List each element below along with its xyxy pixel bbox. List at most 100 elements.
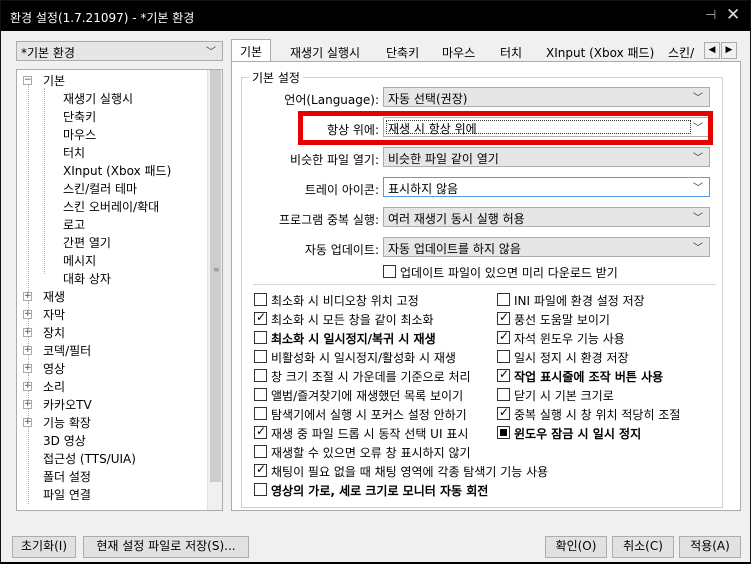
- option-label: 최소화 시 모든 창을 같이 최소화: [271, 313, 434, 327]
- similar-file-label: 비슷한 파일 열기:: [290, 153, 379, 167]
- option-checkbox[interactable]: ✓ 자석 윈도우 기능 사용: [497, 329, 717, 346]
- close-icon[interactable]: ✕: [726, 5, 740, 25]
- tree-playback[interactable]: 재생: [43, 288, 65, 305]
- option-label: 일시 정지 시 환경 저장: [514, 351, 629, 365]
- option-checkbox[interactable]: ✓ 재생 중 파일 드롭 시 동작 선택 UI 표시: [254, 424, 494, 441]
- option-checkbox[interactable]: 영상의 가로, 세로 크기로 모니터 자동 회전: [254, 482, 494, 498]
- option-label: 풍선 도움말 보이기: [514, 313, 610, 327]
- preset-dropdown[interactable]: *기본 환경 ﹀: [16, 41, 223, 61]
- tree-accessibility[interactable]: 접근성 (TTS/UIA): [43, 450, 136, 467]
- checkbox-box: ✓: [254, 310, 267, 325]
- chevron-down-icon: ﹀: [693, 93, 703, 104]
- expand-icon[interactable]: +: [23, 418, 32, 427]
- option-checkbox[interactable]: 탐색기에서 실행 시 포커스 설정 안하기: [254, 406, 494, 422]
- tab-mouse[interactable]: 마우스: [442, 42, 475, 62]
- tree-player-start[interactable]: 재생기 실행시: [63, 90, 133, 107]
- option-checkbox[interactable]: ✓ 풍선 도움말 보이기: [497, 310, 717, 327]
- tree-device[interactable]: 장치: [43, 324, 65, 341]
- chevron-down-icon: ﹀: [693, 183, 703, 194]
- tree-basic[interactable]: 기본: [43, 72, 65, 89]
- save-current-button[interactable]: 현재 설정 파일로 저장(S)...: [83, 536, 249, 558]
- tab-player-start[interactable]: 재생기 실행시: [290, 42, 360, 62]
- update-download-checkbox[interactable]: 업데이트 파일이 있으면 미리 다운로드 받기: [383, 264, 683, 280]
- collapse-icon[interactable]: −: [23, 76, 32, 85]
- checkbox-box: [254, 369, 267, 382]
- tree-video[interactable]: 영상: [43, 360, 65, 377]
- tree-codec[interactable]: 코덱/필터: [43, 342, 91, 359]
- tree-folder[interactable]: 폴더 설정: [43, 468, 91, 485]
- tree-sound[interactable]: 소리: [43, 378, 65, 395]
- auto-update-dropdown[interactable]: 자동 업데이트를 하지 않음 ﹀: [383, 237, 710, 257]
- option-checkbox[interactable]: ✓ 채팅이 필요 없을 때 채팅 영역에 각종 탐색기 기능 사용: [254, 462, 548, 479]
- option-label: 최소화 시 비디오창 위치 고정: [271, 294, 419, 308]
- tree-3d[interactable]: 3D 영상: [43, 432, 86, 449]
- option-checkbox[interactable]: 재생할 수 있으면 오류 창 표시하지 않기: [254, 444, 494, 460]
- option-checkbox[interactable]: 일시 정지 시 환경 저장: [497, 349, 717, 365]
- expand-icon[interactable]: +: [23, 328, 32, 337]
- reset-button[interactable]: 초기화(I): [12, 536, 76, 558]
- tray-icon-dropdown[interactable]: 표시하지 않음 ﹀: [383, 177, 710, 197]
- option-checkbox[interactable]: INI 파일에 환경 설정 저장: [497, 292, 717, 308]
- option-label: 작업 표시줄에 조작 버튼 사용: [514, 370, 664, 384]
- option-checkbox[interactable]: 최소화 시 비디오창 위치 고정: [254, 292, 494, 308]
- checkmark-icon: ✓: [499, 405, 510, 419]
- tab-scroll-left-icon[interactable]: ◀: [704, 42, 720, 59]
- tree-kakaotv[interactable]: 카카오TV: [43, 396, 92, 413]
- checkbox-box: [497, 426, 510, 439]
- checkbox-box: [497, 350, 510, 363]
- option-label: 탐색기에서 실행 시 포커스 설정 안하기: [271, 408, 467, 422]
- option-checkbox[interactable]: 윈도우 잠금 시 일시 정지: [497, 425, 717, 441]
- option-checkbox[interactable]: ✓ 중복 실행 시 창 위치 적당히 조절: [497, 405, 717, 422]
- tab-xinput[interactable]: XInput (Xbox 패드): [546, 42, 654, 62]
- apply-button[interactable]: 적용(A): [679, 536, 741, 558]
- multi-instance-dropdown[interactable]: 여러 재생기 동시 실행 허용 ﹀: [383, 207, 710, 227]
- checkbox-box: [254, 293, 267, 306]
- tree-skin-theme[interactable]: 스킨/컬러 테마: [63, 180, 137, 197]
- tree-extension[interactable]: 기능 확장: [43, 414, 91, 431]
- option-checkbox[interactable]: 비활성화 시 일시정지/활성화 시 재생: [254, 349, 494, 365]
- language-dropdown[interactable]: 자동 선택(권장) ﹀: [383, 87, 710, 107]
- tree-logo[interactable]: 로고: [63, 216, 85, 233]
- checkbox-box: [254, 388, 267, 401]
- tree-dialog[interactable]: 대화 상자: [63, 270, 111, 287]
- pin-icon[interactable]: ⊣: [705, 8, 716, 23]
- option-checkbox[interactable]: ✓ 작업 표시줄에 조작 버튼 사용: [497, 367, 717, 384]
- tree-mouse[interactable]: 마우스: [63, 126, 96, 143]
- ok-button[interactable]: 확인(O): [545, 536, 607, 558]
- option-checkbox[interactable]: 창 크기 조절 시 가운데를 기준으로 처리: [254, 368, 494, 384]
- tree-message[interactable]: 메시지: [63, 252, 96, 269]
- similar-file-dropdown[interactable]: 비슷한 파일 같이 열기 ﹀: [383, 147, 710, 167]
- tree-quick-open[interactable]: 간편 열기: [63, 234, 111, 251]
- tab-touch[interactable]: 터치: [500, 42, 522, 62]
- tab-basic[interactable]: 기본: [231, 39, 272, 63]
- cancel-button[interactable]: 취소(C): [612, 536, 674, 558]
- option-checkbox[interactable]: 앨범/즐겨찾기에 재생했던 목록 보이기: [254, 387, 494, 403]
- expand-icon[interactable]: +: [23, 310, 32, 319]
- tab-scroll-right-icon[interactable]: ▶: [721, 42, 737, 59]
- tab-shortcuts[interactable]: 단축키: [386, 42, 419, 62]
- tree-subtitle[interactable]: 자막: [43, 306, 65, 323]
- indeterminate-icon: [500, 429, 507, 436]
- expand-icon[interactable]: +: [23, 292, 32, 301]
- option-checkbox[interactable]: ✓ 최소화 시 모든 창을 같이 최소화: [254, 310, 494, 327]
- expand-icon[interactable]: +: [23, 400, 32, 409]
- checkbox-box: [497, 388, 510, 401]
- language-value: 자동 선택(권장): [388, 92, 468, 106]
- expand-icon[interactable]: +: [23, 346, 32, 355]
- expand-icon[interactable]: +: [23, 364, 32, 373]
- checkbox-box: [254, 483, 267, 496]
- option-checkbox[interactable]: 닫기 시 기본 크기로: [497, 387, 717, 403]
- tree-shortcuts[interactable]: 단축키: [63, 108, 96, 125]
- tree-scrollbar[interactable]: ≡: [207, 70, 222, 510]
- tree-touch[interactable]: 터치: [63, 144, 85, 161]
- tree-skin-overlay[interactable]: 스킨 오버레이/확대: [63, 198, 159, 215]
- expand-icon[interactable]: +: [23, 382, 32, 391]
- scrollbar-thumb[interactable]: ≡: [210, 70, 221, 482]
- option-checkbox[interactable]: 최소화 시 일시정지/복귀 시 재생: [254, 330, 494, 346]
- option-label: 채팅이 필요 없을 때 채팅 영역에 각종 탐색기 기능 사용: [271, 465, 549, 479]
- tree-file-assoc[interactable]: 파일 연결: [43, 486, 91, 503]
- tree-xinput[interactable]: XInput (Xbox 패드): [63, 162, 171, 179]
- auto-update-label: 자동 업데이트:: [304, 243, 379, 257]
- option-label: 영상의 가로, 세로 크기로 모니터 자동 회전: [271, 484, 489, 498]
- tab-skin[interactable]: 스킨/: [668, 42, 694, 62]
